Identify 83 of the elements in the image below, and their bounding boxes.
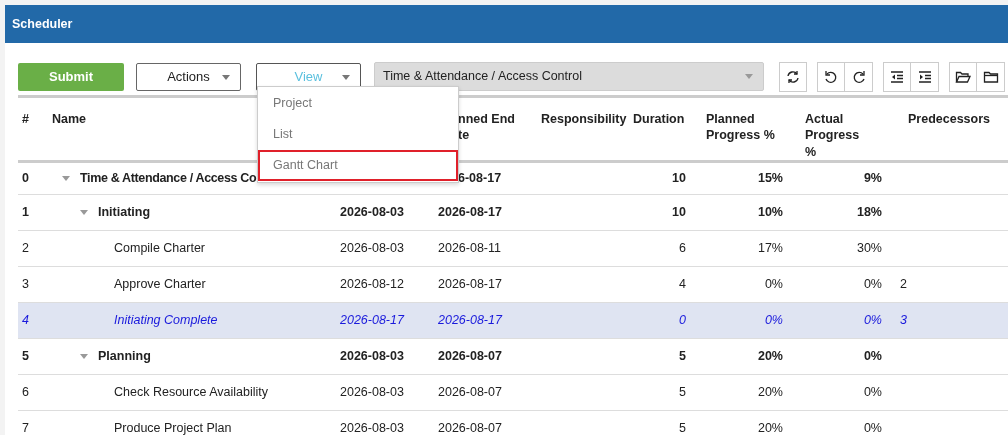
progress-cell: 0% <box>863 312 882 327</box>
window-title: Scheduler <box>5 5 1008 43</box>
outdent-icon <box>889 68 905 85</box>
indent-button[interactable] <box>911 61 939 92</box>
progress-cell: 9% <box>863 170 882 185</box>
date-cell: 2026-08-03 <box>340 348 404 363</box>
progress-cell: 0% <box>863 276 882 291</box>
task-name: Compile Charter <box>114 240 205 255</box>
row-number: 1 <box>22 204 29 219</box>
column-header[interactable]: Responsibility <box>541 96 633 162</box>
column-header[interactable]: Predecessors <box>900 96 1008 162</box>
undo-button[interactable] <box>817 61 845 92</box>
task-name: Time & Attendance / Access Co <box>80 170 257 185</box>
row-number: 6 <box>22 384 29 399</box>
project-select[interactable]: Time & Attendance / Access Control <box>374 62 764 91</box>
date-cell: 2026-08-12 <box>340 276 404 291</box>
duration-cell: 4 <box>679 276 686 291</box>
progress-cell: 17% <box>757 240 783 255</box>
menu-item[interactable]: Project <box>258 88 458 119</box>
column-header[interactable]: # <box>18 96 52 162</box>
progress-cell: 0% <box>764 276 783 291</box>
refresh-icon <box>785 68 801 85</box>
menu-item[interactable]: List <box>258 119 458 150</box>
predecessor-cell: 3 <box>900 312 907 327</box>
progress-cell: 20% <box>757 348 783 363</box>
expand-toggle-icon[interactable] <box>80 354 88 360</box>
date-cell: 2026-08-07 <box>438 348 502 363</box>
progress-cell: 18% <box>856 204 882 219</box>
task-name: Initiating Complete <box>114 312 218 327</box>
task-name: Check Resource Availability <box>114 384 268 399</box>
progress-cell: 0% <box>764 312 783 327</box>
date-cell: 2026-08-03 <box>340 384 404 399</box>
indent-icon <box>916 68 933 85</box>
progress-cell: 20% <box>757 384 783 399</box>
dropdown-button[interactable]: Actions <box>136 62 241 91</box>
duration-cell: 5 <box>679 348 686 363</box>
column-header[interactable]: Duration <box>633 96 696 162</box>
row-number: 4 <box>22 312 29 327</box>
progress-cell: 15% <box>757 170 783 185</box>
predecessor-cell: 2 <box>900 276 907 291</box>
row-number: 5 <box>22 348 29 363</box>
expand-toggle-icon[interactable] <box>62 176 70 182</box>
progress-cell: 0% <box>863 420 882 435</box>
task-name: Planning <box>98 348 151 363</box>
duration-cell: 10 <box>672 170 686 185</box>
progress-cell: 20% <box>757 420 783 435</box>
column-header[interactable]: Actual Progress % <box>797 96 900 162</box>
date-cell: 2026-08-07 <box>438 420 502 435</box>
task-name: Approve Charter <box>114 276 206 291</box>
progress-cell: 30% <box>856 240 882 255</box>
progress-cell: 10% <box>757 204 783 219</box>
menu-item[interactable]: Gantt Chart <box>258 150 458 181</box>
row-number: 2 <box>22 240 29 255</box>
duration-cell: 5 <box>679 384 686 399</box>
duration-cell: 6 <box>679 240 686 255</box>
task-name: Produce Project Plan <box>114 420 232 435</box>
date-cell: 2026-08-11 <box>438 240 501 255</box>
duration-cell: 0 <box>679 312 686 327</box>
duration-cell: 10 <box>672 204 686 219</box>
date-cell: 2026-08-03 <box>340 204 404 219</box>
progress-cell: 0% <box>863 384 882 399</box>
expand-toggle-icon[interactable] <box>80 210 88 216</box>
redo-button[interactable] <box>845 61 873 92</box>
date-cell: 2026-08-17 <box>438 204 502 219</box>
duration-cell: 5 <box>679 420 686 435</box>
date-cell: 2026-08-17 <box>438 276 502 291</box>
outdent-button[interactable] <box>883 61 911 92</box>
date-cell: 2026-08-03 <box>340 240 404 255</box>
row-number: 7 <box>22 420 29 435</box>
folder-button[interactable] <box>977 61 1005 92</box>
undo-icon <box>823 68 839 85</box>
open-folder-button[interactable] <box>949 61 977 92</box>
date-cell: 2026-08-03 <box>340 420 404 435</box>
row-number: 3 <box>22 276 29 291</box>
date-cell: 2026-08-17 <box>438 312 502 327</box>
row-number: 0 <box>22 170 29 185</box>
refresh-button[interactable] <box>779 61 807 92</box>
progress-cell: 0% <box>863 348 882 363</box>
date-cell: 2026-08-17 <box>340 312 404 327</box>
column-header[interactable]: Planned Progress % <box>696 96 797 162</box>
task-name: Initiating <box>98 204 151 219</box>
date-cell: 2026-08-07 <box>438 384 502 399</box>
date-cell: 6-08-17 <box>458 170 502 185</box>
